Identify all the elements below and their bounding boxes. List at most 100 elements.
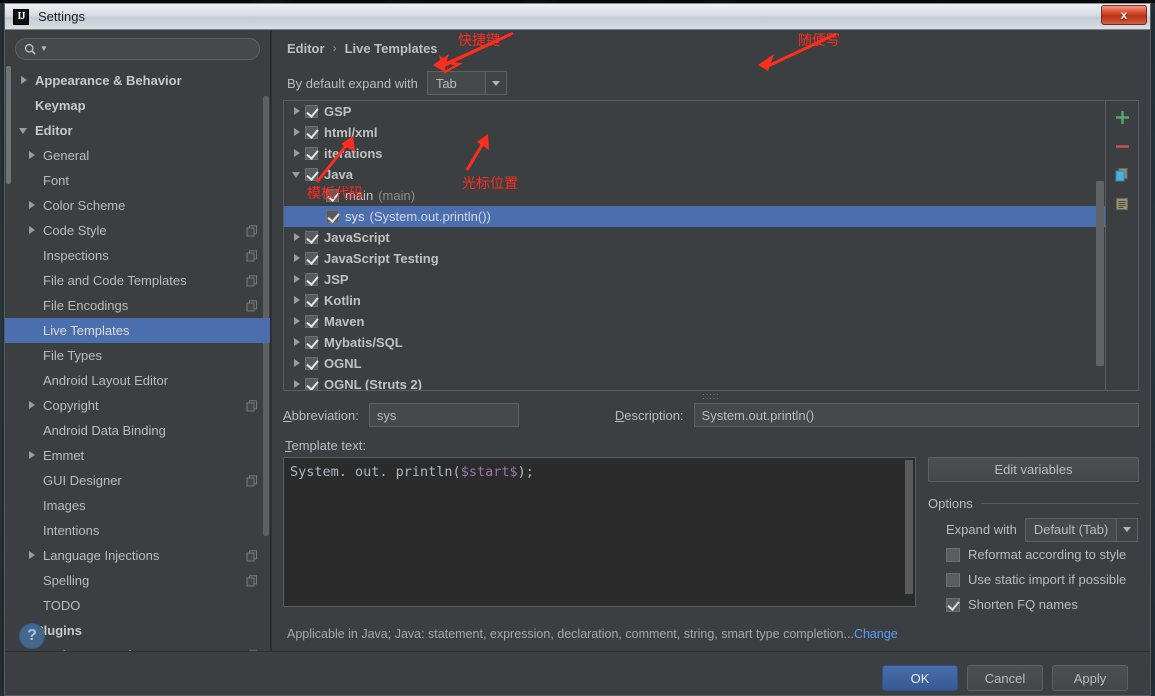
- chevron-right-icon[interactable]: [292, 274, 305, 285]
- template-row-ognl[interactable]: OGNL: [284, 353, 1105, 374]
- chevron-right-icon[interactable]: [292, 337, 305, 348]
- sidebar-item-copyright[interactable]: Copyright: [5, 393, 270, 418]
- template-row-kotlin[interactable]: Kotlin: [284, 290, 1105, 311]
- chevron-right-icon[interactable]: [27, 225, 38, 236]
- cancel-button[interactable]: Cancel: [967, 665, 1043, 691]
- template-row-javascript[interactable]: JavaScript: [284, 227, 1105, 248]
- sidebar-item-appearance-behavior[interactable]: Appearance & Behavior: [5, 68, 270, 93]
- duplicate-template-icon[interactable]: [1112, 194, 1132, 214]
- sidebar-item-color-scheme[interactable]: Color Scheme: [5, 193, 270, 218]
- chevron-right-icon[interactable]: [27, 200, 38, 211]
- sidebar-item-emmet[interactable]: Emmet: [5, 443, 270, 468]
- default-expand-combo[interactable]: Tab: [426, 71, 507, 95]
- chevron-right-icon[interactable]: [27, 150, 38, 161]
- chevron-down-icon[interactable]: [19, 125, 30, 136]
- panel-splitter-handle[interactable]: :::::: [283, 391, 1139, 401]
- template-row-main[interactable]: main (main): [284, 185, 1105, 206]
- editor-scrollbar-track[interactable]: [903, 458, 915, 606]
- sidebar-item-todo[interactable]: TODO: [5, 593, 270, 618]
- chevron-right-icon[interactable]: [292, 148, 305, 159]
- template-checkbox[interactable]: [305, 105, 318, 118]
- copy-settings-icon[interactable]: [246, 249, 258, 262]
- copy-settings-icon[interactable]: [246, 299, 258, 312]
- sidebar-item-file-encodings[interactable]: File Encodings: [5, 293, 270, 318]
- template-row-iterations[interactable]: iterations: [284, 143, 1105, 164]
- chevron-right-icon[interactable]: [292, 106, 305, 117]
- chevron-right-icon[interactable]: [27, 450, 38, 461]
- chevron-down-icon[interactable]: [1116, 518, 1138, 541]
- template-row-java[interactable]: Java: [284, 164, 1105, 185]
- template-checkbox[interactable]: [305, 294, 318, 307]
- ok-button[interactable]: OK: [882, 665, 958, 691]
- remove-icon[interactable]: [1112, 136, 1132, 156]
- chevron-right-icon[interactable]: [292, 316, 305, 327]
- template-row-ognl-struts-2[interactable]: OGNL (Struts 2): [284, 374, 1105, 390]
- chevron-right-icon[interactable]: [292, 295, 305, 306]
- sidebar-item-live-templates[interactable]: Live Templates: [5, 318, 270, 343]
- sidebar-item-code-style[interactable]: Code Style: [5, 218, 270, 243]
- sidebar-item-intentions[interactable]: Intentions: [5, 518, 270, 543]
- chevron-right-icon[interactable]: [27, 400, 38, 411]
- copy-settings-icon[interactable]: [246, 224, 258, 237]
- template-tree-scrollbar-thumb[interactable]: [1096, 181, 1104, 366]
- template-checkbox[interactable]: [305, 315, 318, 328]
- template-checkbox[interactable]: [305, 231, 318, 244]
- chevron-right-icon[interactable]: [292, 253, 305, 264]
- sidebar-item-android-layout-editor[interactable]: Android Layout Editor: [5, 368, 270, 393]
- sidebar-item-plugins[interactable]: Plugins: [5, 618, 270, 643]
- help-button[interactable]: ?: [19, 623, 45, 649]
- sidebar-item-images[interactable]: Images: [5, 493, 270, 518]
- live-template-tree[interactable]: GSP html/xml iterations Java main (main) sys (S…: [283, 100, 1106, 391]
- copy-settings-icon[interactable]: [246, 549, 258, 562]
- change-link[interactable]: Change: [854, 627, 898, 641]
- template-tree-scrollbar-track[interactable]: [1095, 101, 1105, 390]
- sidebar-item-gui-designer[interactable]: GUI Designer: [5, 468, 270, 493]
- template-checkbox[interactable]: [305, 252, 318, 265]
- option-reformat-according-to-style[interactable]: Reformat according to style: [946, 542, 1139, 567]
- option-use-static-import-if-possible[interactable]: Use static import if possible: [946, 567, 1139, 592]
- edit-variables-button[interactable]: Edit variables: [928, 457, 1139, 482]
- template-checkbox[interactable]: [326, 210, 339, 223]
- close-icon[interactable]: x: [1101, 5, 1147, 25]
- template-checkbox[interactable]: [305, 273, 318, 286]
- template-checkbox[interactable]: [305, 357, 318, 370]
- sidebar-item-file-types[interactable]: File Types: [5, 343, 270, 368]
- sidebar-item-language-injections[interactable]: Language Injections: [5, 543, 270, 568]
- copy-settings-icon[interactable]: [246, 399, 258, 412]
- template-row-jsp[interactable]: JSP: [284, 269, 1105, 290]
- template-row-javascript-testing[interactable]: JavaScript Testing: [284, 248, 1105, 269]
- search-input[interactable]: [50, 39, 259, 59]
- expand-with-combo[interactable]: Default (Tab): [1024, 517, 1139, 542]
- sidebar-item-keymap[interactable]: Keymap: [5, 93, 270, 118]
- chevron-right-icon[interactable]: [292, 358, 305, 369]
- settings-category-tree[interactable]: Appearance & Behavior Keymap Editor General…: [5, 66, 270, 651]
- sidebar-item-general[interactable]: General: [5, 143, 270, 168]
- option-checkbox[interactable]: [946, 597, 960, 612]
- chevron-right-icon[interactable]: [27, 550, 38, 561]
- option-shorten-fq-names[interactable]: Shorten FQ names: [946, 592, 1139, 617]
- copy-settings-icon[interactable]: [246, 649, 258, 652]
- search-box[interactable]: ▼: [15, 38, 260, 60]
- copy-settings-icon[interactable]: [246, 574, 258, 587]
- template-checkbox[interactable]: [305, 168, 318, 181]
- template-row-maven[interactable]: Maven: [284, 311, 1105, 332]
- search-dropdown-icon[interactable]: ▼: [40, 45, 48, 53]
- template-checkbox[interactable]: [305, 147, 318, 160]
- sidebar-item-file-and-code-templates[interactable]: File and Code Templates: [5, 268, 270, 293]
- description-input[interactable]: System.out.println(): [693, 403, 1139, 427]
- copy-icon[interactable]: [1112, 165, 1132, 185]
- abbreviation-input[interactable]: sys: [368, 403, 519, 427]
- template-text-editor[interactable]: System. out. println($start$);: [283, 457, 916, 607]
- sidebar-item-font[interactable]: Font: [5, 168, 270, 193]
- chevron-right-icon[interactable]: [292, 127, 305, 138]
- chevron-down-icon[interactable]: [484, 72, 506, 94]
- template-checkbox[interactable]: [305, 126, 318, 139]
- breadcrumb-parent[interactable]: Editor: [287, 41, 325, 56]
- sidebar-item-version-control[interactable]: Version Control: [5, 643, 270, 651]
- option-checkbox[interactable]: [946, 547, 960, 562]
- copy-settings-icon[interactable]: [246, 474, 258, 487]
- template-row-sys[interactable]: sys (System.out.println()): [284, 206, 1105, 227]
- chevron-right-icon[interactable]: [292, 232, 305, 243]
- sidebar-item-editor[interactable]: Editor: [5, 118, 270, 143]
- copy-settings-icon[interactable]: [246, 274, 258, 287]
